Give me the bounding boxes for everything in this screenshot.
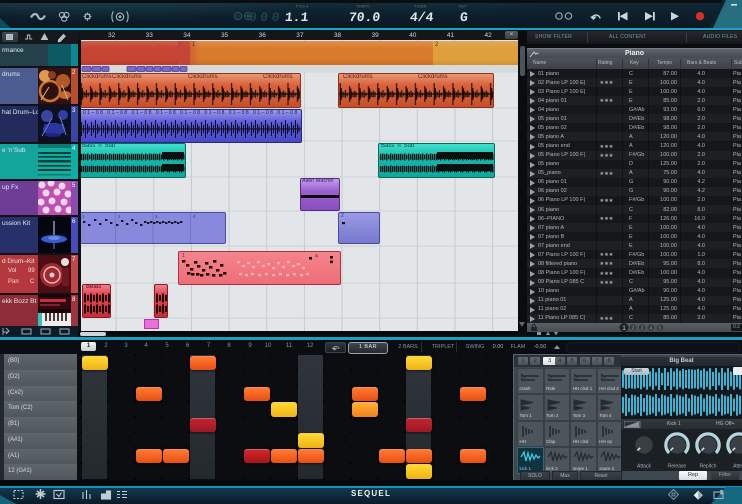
svg-text:1: 1 [82,214,85,219]
svg-text:1: 1 [182,253,185,259]
svg-text:a: a [315,253,318,259]
svg-text:2: 2 [632,325,635,331]
svg-text:Release: Release [668,464,687,470]
svg-text:3: 3 [155,214,158,219]
svg-text:Repitch: Repitch [700,464,717,470]
svg-text:5: 5 [659,325,662,331]
svg-text:Attack: Attack [637,464,651,470]
svg-text:3: 3 [641,325,644,331]
svg-text:4: 4 [650,325,653,331]
svg-text:4: 4 [193,214,196,219]
svg-text:2: 2 [118,214,121,219]
svg-text:Atten: Atten [733,464,742,470]
